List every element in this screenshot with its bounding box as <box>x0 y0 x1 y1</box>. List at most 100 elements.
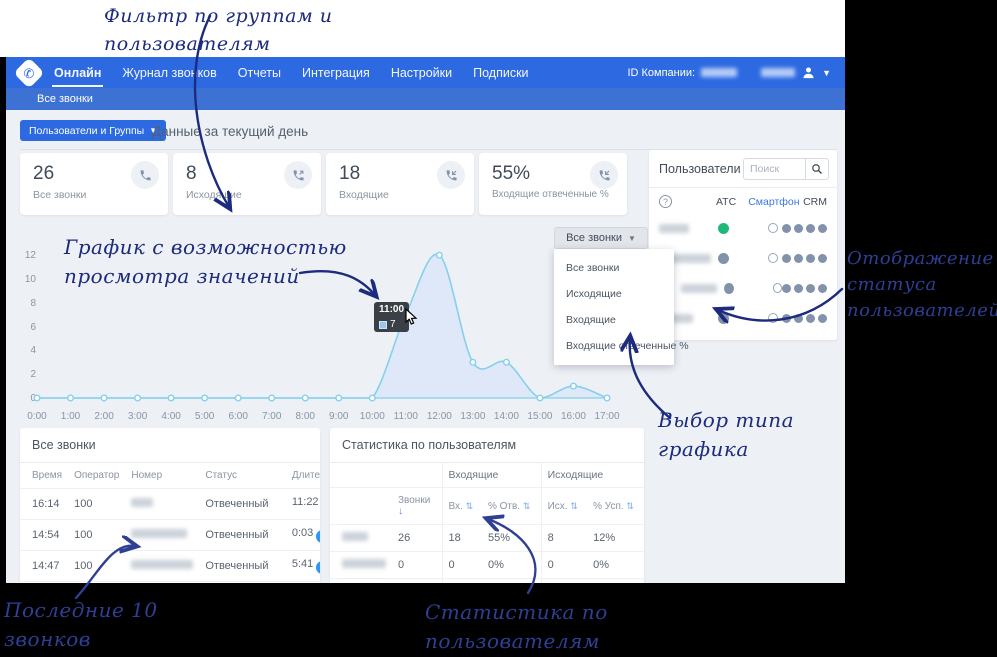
stat-value: 18 <box>339 163 360 185</box>
atc-status-dot-offline <box>724 283 734 294</box>
menu-item-outgoing[interactable]: Исходящие <box>554 281 674 307</box>
x-axis-tick: 14:00 <box>489 411 523 422</box>
app-window: ✆ Онлайн Журнал звонков Отчеты Интеграци… <box>6 57 845 583</box>
crm-status-dots <box>782 224 827 233</box>
app-logo-icon: ✆ <box>13 57 44 88</box>
col-calls-sort[interactable]: Звонки ↓ <box>392 488 442 525</box>
recent-calls-card: Все звонки Время Оператор Номер Статус Д… <box>20 428 320 583</box>
x-axis-tick: 16:00 <box>556 411 590 422</box>
smartphone-status-ring <box>768 253 778 263</box>
x-axis-tick: 10:00 <box>355 411 389 422</box>
crm-status-dots <box>782 254 827 263</box>
col-duration[interactable]: Длительность <box>286 463 320 489</box>
menu-item-all-calls[interactable]: Все звонки <box>554 255 674 281</box>
nav-online[interactable]: Онлайн <box>54 66 101 80</box>
nav-integration[interactable]: Интеграция <box>302 66 370 80</box>
users-groups-filter-button[interactable]: Пользователи и Группы ▼ <box>20 120 166 141</box>
help-icon[interactable]: ? <box>659 195 672 208</box>
nav-settings[interactable]: Настройки <box>391 66 452 80</box>
subnav-tab-all-calls[interactable]: Все звонки <box>37 93 93 105</box>
user-name-redacted <box>659 224 689 233</box>
phone-number-redacted <box>131 529 187 538</box>
col-time[interactable]: Время <box>20 463 68 489</box>
stats-row[interactable]: 0 0 0% 0 0% <box>330 552 644 579</box>
x-axis-tick: 15:00 <box>523 411 557 422</box>
col-in-pct-sort[interactable]: % Отв. ⇅ <box>482 488 541 525</box>
phone-icon <box>131 161 159 189</box>
nav-reports[interactable]: Отчеты <box>238 66 281 80</box>
users-search-input[interactable] <box>743 158 805 180</box>
col-out-pct-sort[interactable]: % Усп. ⇅ <box>587 488 644 525</box>
sub-navbar: Все звонки <box>6 88 845 110</box>
stats-row[interactable]: 26 18 55% 8 12% <box>330 525 644 552</box>
annotation-recent-calls: Последние 10звонков <box>4 596 158 654</box>
stat-card-outgoing: 8 Исходящие <box>173 153 321 215</box>
call-row[interactable]: 14:43 100 Неотвеченный 0:00▶ <box>20 582 320 584</box>
select-chevron-down-icon: ▼ <box>628 234 636 243</box>
page-title: Данные за текущий день <box>152 124 308 139</box>
phone-outgoing-icon <box>284 161 312 189</box>
sort-icon: ⇅ <box>466 501 474 511</box>
tooltip-series-swatch <box>379 321 387 329</box>
chart-type-menu: Все звонки Исходящие Входящие Входящие о… <box>554 249 674 365</box>
nav-call-log[interactable]: Журнал звонков <box>122 66 216 80</box>
menu-item-incoming[interactable]: Входящие <box>554 307 674 333</box>
annotation-chart: График с возможностьюпросмотра значений <box>64 233 347 291</box>
company-id-value-redacted <box>701 68 737 77</box>
tooltip-value: 7 <box>390 319 396 330</box>
user-avatar-icon[interactable] <box>801 65 816 80</box>
user-row[interactable] <box>649 213 837 243</box>
phone-incoming-icon <box>437 161 465 189</box>
stats-row[interactable]: 0 0 0% 0 0% <box>330 579 644 584</box>
user-row[interactable] <box>649 243 837 273</box>
profile-chevron-down-icon[interactable]: ▼ <box>822 68 831 78</box>
search-icon <box>811 163 823 175</box>
group-incoming: Входящие <box>442 463 541 488</box>
col-smartphone-link[interactable]: Смартфон <box>748 196 799 208</box>
x-axis-tick: 9:00 <box>322 411 356 422</box>
stat-label: Входящие отвеченные % <box>492 189 609 200</box>
col-number[interactable]: Номер <box>125 463 199 489</box>
stat-value: 26 <box>33 163 54 185</box>
x-axis-tick: 7:00 <box>255 411 289 422</box>
x-axis-tick: 1:00 <box>54 411 88 422</box>
phone-incoming-icon <box>590 161 618 189</box>
x-axis-tick: 5:00 <box>188 411 222 422</box>
call-row[interactable]: 14:47 100 Отвеченный 5:41▶ <box>20 551 320 582</box>
x-axis-tick: 17:00 <box>590 411 624 422</box>
stat-value: 55% <box>492 163 530 185</box>
user-row[interactable] <box>649 273 837 303</box>
sort-icon: ⇅ <box>626 501 634 511</box>
chart-tooltip: 11:00 7 <box>374 302 409 332</box>
sort-icon: ⇅ <box>523 501 531 511</box>
col-status[interactable]: Статус <box>199 463 286 489</box>
call-row[interactable]: 14:54 100 Отвеченный 0:03▶ <box>20 520 320 551</box>
call-row[interactable]: 16:14 100 Отвеченный 11:22▶ <box>20 489 320 520</box>
stat-label: Все звонки <box>33 189 86 201</box>
annotation-filter: Фильтр по группам ипользователям <box>104 3 333 58</box>
col-out-sort[interactable]: Исх. ⇅ <box>541 488 587 525</box>
user-name-redacted <box>342 532 368 541</box>
stat-label: Исходящие <box>186 189 242 201</box>
col-in-sort[interactable]: Вх. ⇅ <box>442 488 482 525</box>
chart-type-selected-label: Все звонки <box>566 232 622 244</box>
chart-type-select[interactable]: Все звонки ▼ <box>554 227 648 249</box>
user-row[interactable] <box>649 303 837 333</box>
recent-calls-title: Все звонки <box>20 428 320 463</box>
group-outgoing: Исходящие <box>541 463 644 488</box>
x-axis-tick: 8:00 <box>288 411 322 422</box>
col-operator[interactable]: Оператор <box>68 463 125 489</box>
search-button[interactable] <box>805 158 829 180</box>
user-name-redacted <box>681 284 717 293</box>
play-button[interactable]: ▶ <box>316 561 320 574</box>
play-button[interactable]: ▶ <box>316 530 320 543</box>
users-panel-title: Пользователи <box>659 162 743 176</box>
nav-subscriptions[interactable]: Подписки <box>473 66 528 80</box>
menu-item-answered-pct[interactable]: Входящие отвеченные % <box>554 333 674 359</box>
user-stats-card: Статистика по пользователям Входящие Исх… <box>330 428 644 583</box>
users-panel: Пользователи ? АТС Смартфон CRM <box>649 150 837 340</box>
x-axis-tick: 13:00 <box>456 411 490 422</box>
sort-desc-icon: ↓ <box>398 506 403 517</box>
phone-number-redacted <box>131 560 193 569</box>
username-redacted <box>761 68 795 77</box>
